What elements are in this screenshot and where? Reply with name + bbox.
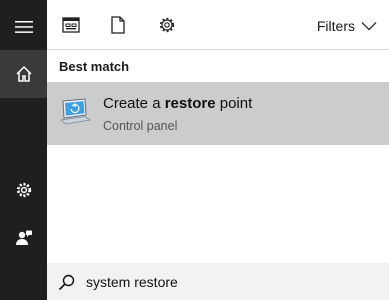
best-match-heading: Best match (59, 59, 130, 74)
filters-label: Filters (316, 18, 355, 34)
hamburger-menu-button[interactable] (0, 3, 47, 50)
filters-dropdown[interactable]: Filters (317, 15, 377, 37)
feedback-person-icon (15, 230, 32, 245)
system-restore-icon (60, 98, 92, 125)
result-subtitle: Control panel (103, 119, 178, 133)
search-scope-toolbar: Filters (47, 0, 389, 50)
left-rail (0, 0, 47, 300)
settings-filter-button[interactable] (153, 11, 181, 39)
result-title: Create a restore point (103, 95, 252, 112)
result-title-suffix: point (215, 95, 253, 112)
result-title-prefix: Create a (103, 95, 165, 112)
search-bar (47, 263, 389, 300)
search-input[interactable] (86, 271, 376, 293)
feedback-button[interactable] (0, 214, 47, 261)
document-icon (111, 16, 125, 34)
hamburger-menu-icon (14, 20, 33, 33)
result-title-highlight: restore (164, 95, 216, 112)
apps-filter-button[interactable] (57, 11, 85, 39)
best-match-result[interactable]: Create a restore point Control panel (47, 82, 389, 145)
apps-window-icon (62, 17, 80, 33)
home-icon (15, 65, 32, 82)
search-icon (58, 274, 75, 291)
settings-button[interactable] (0, 166, 47, 213)
gear-icon (159, 17, 175, 33)
gear-icon (16, 182, 31, 197)
chevron-down-icon (361, 22, 377, 31)
home-button[interactable] (0, 50, 47, 98)
documents-filter-button[interactable] (104, 11, 132, 39)
